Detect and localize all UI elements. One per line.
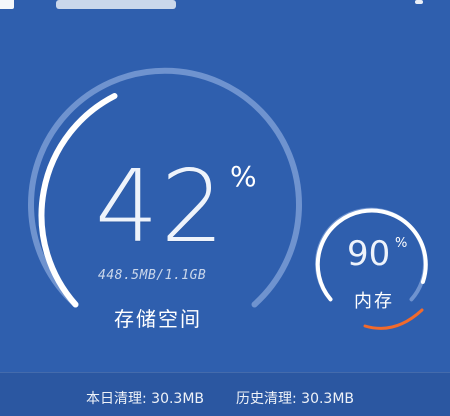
history-cleaned-text: 历史清理: 30.3MB xyxy=(236,391,355,407)
storage-usage-text: 448.5MB/1.1GB xyxy=(98,268,207,283)
memory-label[interactable]: 内存 xyxy=(354,287,394,313)
footer-stats: 本日清理: 30.3MB 历史清理: 30.3MB xyxy=(0,372,450,416)
storage-percent-sign: % xyxy=(230,160,257,193)
storage-label: 存储空间 xyxy=(114,307,202,331)
memory-percent-sign: % xyxy=(395,236,408,251)
memory-percent-value[interactable]: 90 xyxy=(347,236,390,272)
today-cleaned-text: 本日清理: 30.3MB xyxy=(86,391,205,407)
storage-percent-value: 42 xyxy=(95,148,227,265)
